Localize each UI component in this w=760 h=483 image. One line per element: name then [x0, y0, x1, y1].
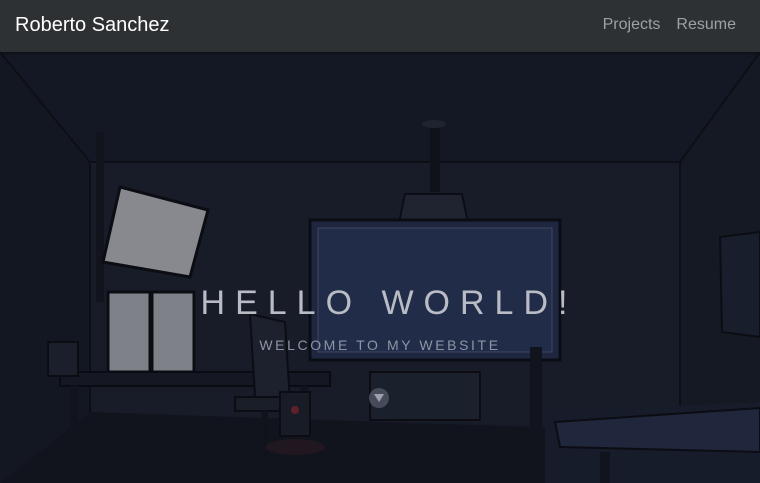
- navbar: Roberto Sanchez Projects Resume: [0, 0, 760, 52]
- scroll-down-button[interactable]: [369, 388, 389, 408]
- hero-subtitle: WELCOME TO MY WEBSITE: [259, 337, 501, 353]
- nav-link-resume[interactable]: Resume: [676, 15, 736, 35]
- chevron-down-icon: [374, 394, 384, 402]
- hero-title: HELLO WORLD!: [200, 284, 578, 322]
- brand-link[interactable]: Roberto Sanchez: [15, 13, 170, 37]
- hero-section: HELLO WORLD! WELCOME TO MY WEBSITE: [0, 52, 760, 483]
- nav-links: Projects Resume: [603, 15, 736, 35]
- nav-link-projects[interactable]: Projects: [603, 15, 661, 35]
- hero-background-image: [0, 52, 760, 483]
